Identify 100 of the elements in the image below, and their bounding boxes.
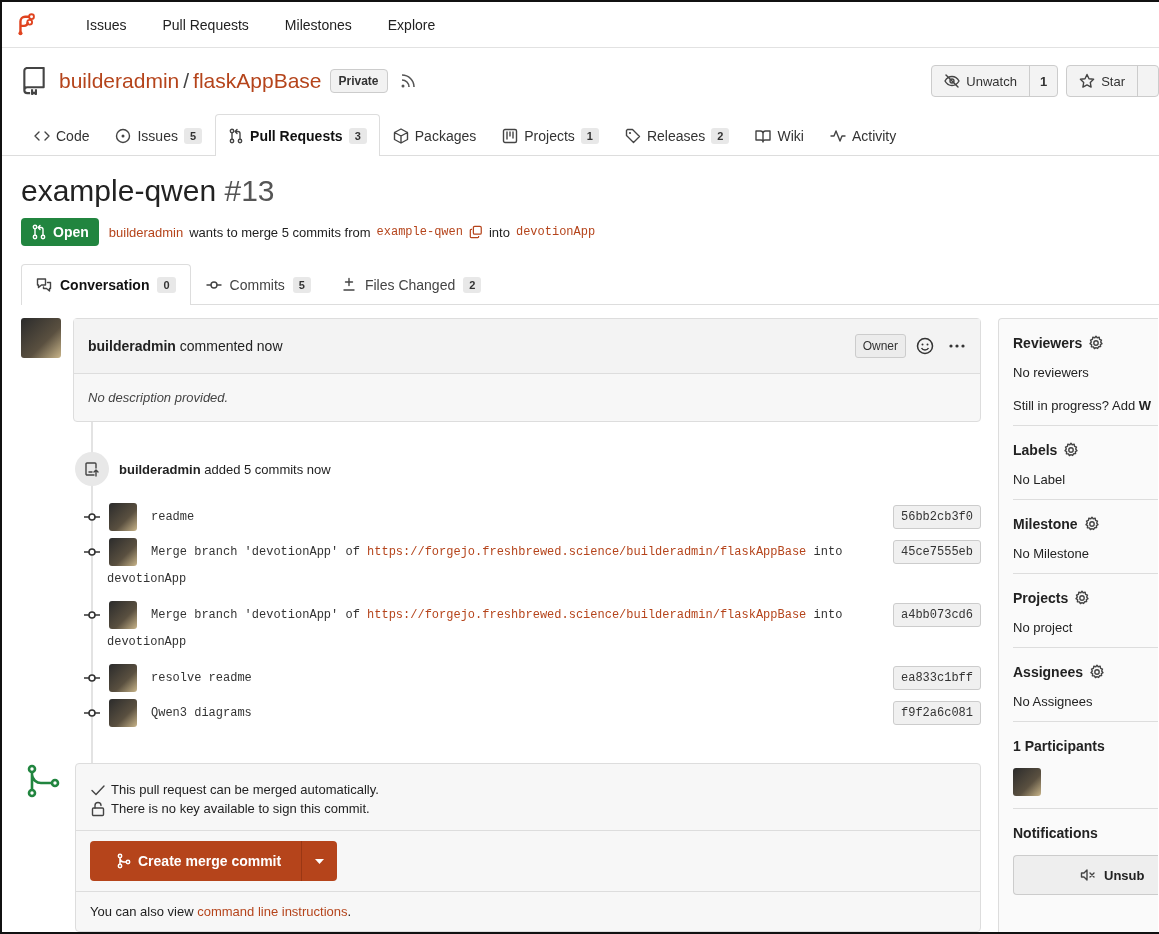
commit-message[interactable]: resolve readme [145, 671, 885, 685]
repo-tab[interactable]: Activity [816, 114, 910, 156]
commit-icon [83, 610, 101, 620]
pulse-icon [829, 127, 846, 144]
pull-request-icon [31, 224, 47, 240]
repo-name-link[interactable]: flaskAppBase [193, 69, 322, 93]
settings-icon[interactable] [1088, 335, 1105, 351]
pr-title: example-qwen [21, 174, 217, 207]
commit-icon [83, 512, 101, 522]
nav-link[interactable]: Pull Requests [144, 16, 267, 33]
branch-link[interactable]: devotionApp [515, 225, 596, 239]
copy-icon[interactable] [468, 225, 483, 239]
cube-icon [392, 127, 409, 144]
unwatch-button[interactable]: Unwatch [932, 66, 1029, 96]
smiley-icon[interactable] [916, 337, 934, 355]
status-text: There is no key available to sign this commit. [111, 800, 370, 818]
commit-sha-button[interactable]: 56bb2cb3f0 [893, 505, 981, 529]
tag-icon [624, 127, 641, 144]
count-badge: 2 [711, 127, 730, 144]
avatar[interactable] [109, 538, 137, 566]
instructions-link[interactable]: command line instructions [197, 904, 348, 919]
avatar[interactable] [109, 601, 137, 629]
repo-tab[interactable]: Packages [379, 114, 490, 156]
path-separator: / [183, 69, 190, 93]
section-title: 1 Participants [1013, 738, 1105, 754]
repo-tab[interactable]: Code [21, 114, 103, 156]
pr-summary-text: wants to merge 5 commits from [189, 224, 371, 240]
repo-tab[interactable]: Wiki [742, 114, 817, 156]
eye-slash-icon [944, 73, 961, 89]
watch-count[interactable]: 1 [1028, 66, 1058, 96]
avatar[interactable] [109, 699, 137, 727]
repo-tab[interactable]: Projects 1 [489, 114, 612, 156]
settings-icon[interactable] [1083, 516, 1100, 532]
unlocked-padlock-icon [90, 800, 106, 817]
pr-state-badge: Open [21, 218, 99, 246]
merge-icon [116, 853, 132, 869]
settings-icon[interactable] [1074, 590, 1091, 606]
sidebar-text: No reviewers [1013, 365, 1090, 380]
section-title: Milestone [1013, 516, 1078, 532]
settings-icon[interactable] [1063, 442, 1080, 458]
rss-icon[interactable] [399, 73, 416, 89]
book-icon [755, 127, 772, 144]
circle-dot-icon [115, 127, 132, 144]
role-label: Owner [854, 334, 906, 358]
section-title: Labels [1013, 442, 1058, 458]
board-icon [502, 127, 519, 144]
repo-tab[interactable]: Pull Requests 3 [215, 114, 380, 156]
pr-tab[interactable]: Commits 5 [190, 264, 326, 305]
commit-message[interactable]: Merge branch 'devotionApp' of https://forgejo.freshbrewed.science/builderadmin/flaskAppBase into [145, 608, 885, 622]
speech-bubbles-icon [36, 277, 52, 293]
commit-sha-button[interactable]: a4bb073cd6 [893, 603, 981, 627]
count-badge: 2 [463, 277, 482, 293]
pr-tab[interactable]: Files Changed 2 [325, 264, 497, 305]
sidebar-text: No project [1013, 620, 1074, 635]
caret-icon [315, 858, 325, 864]
hint-text: You can also view command line instructions. [89, 903, 353, 921]
pull-request-icon [228, 127, 245, 144]
commit-message[interactable]: readme [145, 510, 885, 524]
settings-icon[interactable] [1089, 664, 1106, 680]
section-title: Reviewers [1013, 335, 1083, 351]
author-link[interactable]: builderadmin [108, 224, 184, 240]
nav-link[interactable]: Explore [369, 16, 454, 33]
comment-body-text: No description provided. [87, 389, 230, 407]
nav-link[interactable]: Milestones [266, 16, 370, 33]
commit-sha-button[interactable]: 45ce7555eb [893, 540, 981, 564]
pr-number: #13 [224, 174, 275, 207]
avatar[interactable] [109, 664, 137, 692]
sidebar-text: Still in progress? Add W [1013, 398, 1152, 413]
muted-speaker-icon [1080, 867, 1096, 883]
unsubscribe-button[interactable]: Unsub [1013, 855, 1158, 895]
repo-tab[interactable]: Issues 5 [102, 114, 216, 156]
merge-icon [25, 763, 61, 799]
sidebar-text: No Assignees [1013, 694, 1094, 709]
commit-message[interactable]: Qwen3 diagrams [145, 706, 885, 720]
repo-tab[interactable]: Releases 2 [611, 114, 743, 156]
visibility-label: Private [329, 69, 388, 93]
avatar[interactable] [1013, 768, 1041, 796]
sidebar-text: No Label [1013, 472, 1067, 487]
avatar[interactable] [109, 503, 137, 531]
commit-icon [83, 673, 101, 683]
count-badge: 5 [183, 127, 203, 144]
commit-sha-button[interactable]: f9f2a6c081 [893, 701, 981, 725]
avatar[interactable] [21, 318, 61, 358]
count-badge: 3 [348, 127, 367, 144]
branch-link[interactable]: example-qwen [376, 225, 463, 239]
count-badge: 5 [292, 277, 311, 293]
repo-owner-link[interactable]: builderadmin [59, 69, 180, 93]
star-icon [1079, 73, 1096, 89]
commit-message: devotionApp [107, 635, 188, 649]
status-text: This pull request can be merged automatically. [111, 781, 379, 799]
commit-message[interactable]: Merge branch 'devotionApp' of https://forgejo.freshbrewed.science/builderadmin/flaskAppBase into [145, 545, 885, 559]
pr-summary-text: into [488, 224, 510, 240]
commit-sha-button[interactable]: ea833c1bff [893, 666, 981, 690]
plus-minus-icon [340, 277, 357, 293]
nav-link[interactable]: Issues [68, 16, 145, 33]
url-link[interactable]: https://forgejo.freshbrewed.science/builderadmin/flaskAppBase [367, 608, 807, 622]
pr-tab[interactable]: Conversation 0 [21, 264, 191, 305]
comment-header-text: builderadmin commented now [88, 338, 283, 354]
section-title: Notifications [1013, 825, 1098, 841]
url-link[interactable]: https://forgejo.freshbrewed.science/builderadmin/flaskAppBase [367, 545, 807, 559]
